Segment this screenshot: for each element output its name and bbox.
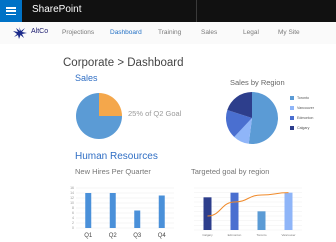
goal-line bbox=[207, 192, 289, 217]
y-tick-label: 16 bbox=[70, 186, 74, 190]
bar-q3 bbox=[134, 210, 141, 228]
main-content: Corporate > Dashboard Sales 25% of Q2 Go… bbox=[0, 44, 336, 242]
pie-slice-achieved bbox=[99, 93, 122, 116]
legend-item: Vancouver bbox=[290, 104, 334, 114]
new-hires-bar-chart: 0246810121416 Q1 Q2 Q3 Q4 bbox=[70, 186, 174, 239]
y-tick-label: 8 bbox=[72, 206, 74, 210]
bar-vancouver bbox=[284, 192, 293, 230]
x-tick-label: Toronto bbox=[256, 233, 266, 237]
bar-q1 bbox=[85, 193, 92, 228]
legend-item: Calgary bbox=[290, 124, 334, 134]
sales-heading: Sales bbox=[75, 73, 98, 83]
nav-item-sales[interactable]: Sales bbox=[201, 29, 217, 36]
y-tick-label: 14 bbox=[70, 191, 74, 195]
region-legend: Toronto Vancouver Edmonton Calgary bbox=[290, 94, 334, 134]
legend-swatch bbox=[290, 126, 294, 130]
bar-q2 bbox=[109, 193, 116, 228]
nav-item-dashboard[interactable]: Dashboard bbox=[110, 29, 142, 36]
targeted-goal-chart: Calgary Edmonton Toronto Vancouver bbox=[194, 187, 302, 237]
x-tick-label: Calgary bbox=[202, 233, 213, 237]
site-nav: AltCo Projections Dashboard Training Sal… bbox=[0, 22, 336, 45]
x-tick-label: Q3 bbox=[133, 233, 142, 239]
y-tick-label: 0 bbox=[72, 226, 74, 230]
x-tick-label: Q4 bbox=[158, 233, 167, 239]
altco-logo-icon[interactable] bbox=[12, 26, 28, 40]
goal-text: 25% of Q2 Goal bbox=[128, 109, 182, 118]
y-tick-label: 10 bbox=[70, 201, 74, 205]
sales-goal-pie bbox=[76, 93, 122, 139]
app-launcher-button[interactable] bbox=[0, 0, 22, 22]
x-tick-label: Edmonton bbox=[228, 233, 242, 237]
legend-item: Toronto bbox=[290, 94, 334, 104]
legend-label: Calgary bbox=[297, 125, 310, 130]
legend-label: Edmonton bbox=[297, 115, 314, 120]
bar-edmonton bbox=[230, 192, 239, 230]
x-tick-label: Q1 bbox=[84, 233, 93, 239]
legend-item: Edmonton bbox=[290, 114, 334, 124]
suite-title[interactable]: SharePoint bbox=[32, 4, 81, 15]
legend-label: Toronto bbox=[297, 95, 309, 100]
nav-item-legal[interactable]: Legal bbox=[243, 29, 259, 36]
menu-icon bbox=[6, 7, 16, 16]
hr-heading: Human Resources bbox=[75, 151, 158, 162]
bar-q4 bbox=[158, 195, 165, 228]
y-tick-label: 2 bbox=[72, 221, 74, 225]
bar-toronto bbox=[257, 211, 266, 230]
x-tick-label: Q2 bbox=[109, 233, 118, 239]
legend-swatch bbox=[290, 106, 294, 110]
bar-calgary bbox=[203, 197, 212, 230]
nav-item-my-site[interactable]: My Site bbox=[278, 29, 300, 36]
legend-label: Vancouver bbox=[297, 105, 314, 110]
goal-chart-title: Targeted goal by region bbox=[191, 167, 270, 176]
hires-chart-title: New Hires Per Quarter bbox=[75, 167, 151, 176]
region-chart-title: Sales by Region bbox=[230, 78, 285, 87]
nav-item-projections[interactable]: Projections bbox=[62, 29, 94, 36]
suite-divider bbox=[196, 0, 197, 22]
suite-bar: SharePoint bbox=[0, 0, 336, 22]
x-tick-label: Vancouver bbox=[281, 233, 295, 237]
legend-swatch bbox=[290, 96, 294, 100]
y-tick-label: 12 bbox=[70, 196, 74, 200]
nav-item-training[interactable]: Training bbox=[158, 29, 181, 36]
y-tick-label: 6 bbox=[72, 211, 74, 215]
pie-slice-toronto bbox=[248, 92, 278, 144]
page-title: Corporate > Dashboard bbox=[63, 57, 184, 69]
legend-swatch bbox=[290, 116, 294, 120]
sharepoint-window: SharePoint AltCo Projections Dashboard T… bbox=[0, 0, 336, 242]
site-logo-text[interactable]: AltCo bbox=[31, 28, 48, 35]
y-tick-label: 4 bbox=[72, 216, 74, 220]
sales-by-region-pie bbox=[226, 92, 278, 144]
